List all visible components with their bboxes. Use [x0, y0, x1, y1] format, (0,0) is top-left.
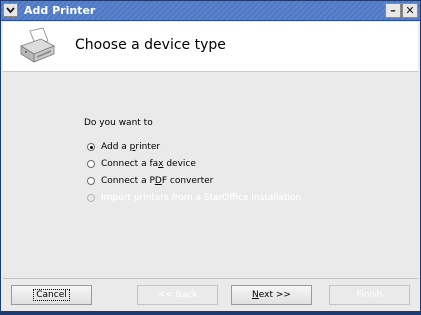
radio-add-printer[interactable]: [87, 143, 95, 151]
cancel-label: Cancel: [33, 289, 70, 301]
window-bottom-border: [0, 311, 421, 315]
window-title: Add Printer: [24, 4, 96, 17]
next-button[interactable]: Next >>: [231, 285, 312, 305]
back-label: << Back: [157, 290, 198, 300]
radio-connect-pdf[interactable]: [87, 177, 95, 185]
option-connect-pdf[interactable]: Connect a PDF converter: [87, 175, 213, 187]
close-icon: ✕: [405, 4, 415, 17]
minimize-icon: –: [390, 4, 396, 17]
radio-connect-fax[interactable]: [87, 160, 95, 168]
option-add-printer[interactable]: Add a printer: [87, 141, 160, 153]
title-bar[interactable]: Add Printer – ✕: [1, 1, 420, 21]
option-label: Add a printer: [101, 142, 161, 152]
button-bar: Cancel << Back Next >> Finish: [3, 278, 418, 312]
cancel-button[interactable]: Cancel: [11, 285, 92, 305]
option-label: Connect a fax device: [101, 159, 196, 169]
page-title: Choose a device type: [75, 37, 226, 53]
printer-icon: [20, 27, 55, 63]
wizard-content: Do you want to Add a printer Connect a f…: [3, 72, 418, 278]
finish-button: Finish: [329, 285, 410, 305]
option-label: Connect a PDF converter: [101, 176, 214, 186]
option-label: Import printers from a StarOffice instal…: [101, 193, 302, 203]
prompt-label: Do you want to: [84, 118, 153, 128]
add-printer-window: Add Printer – ✕ Choose a device type Do …: [0, 0, 421, 315]
close-button[interactable]: ✕: [402, 3, 418, 18]
divider: [3, 278, 418, 279]
finish-label: Finish: [356, 290, 383, 300]
option-import-staroffice: Import printers from a StarOffice instal…: [87, 192, 301, 204]
next-label: Next >>: [252, 290, 291, 300]
chevron-down-icon: [6, 6, 15, 13]
minimize-button[interactable]: –: [385, 3, 401, 18]
back-button: << Back: [137, 285, 218, 305]
radio-import-staroffice: [87, 194, 95, 202]
window-menu-button[interactable]: [3, 3, 18, 17]
wizard-header: Choose a device type: [3, 22, 418, 72]
option-connect-fax[interactable]: Connect a fax device: [87, 158, 196, 170]
